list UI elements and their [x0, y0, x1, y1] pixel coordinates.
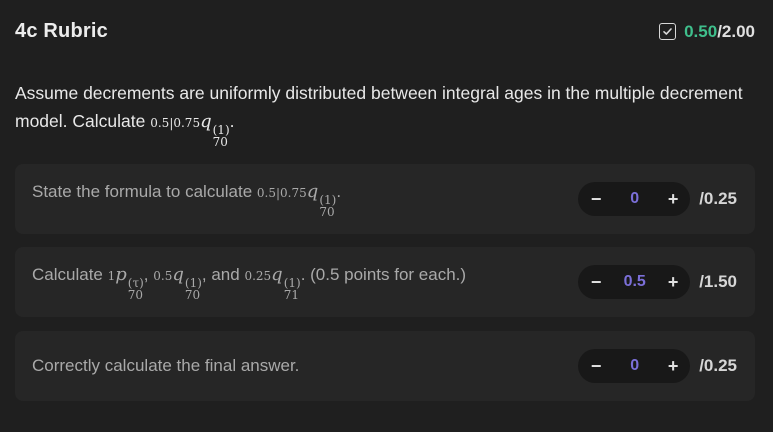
- criterion-card: State the formula to calculate 0.5|0.75q…: [15, 164, 755, 234]
- decrement-button[interactable]: −: [589, 356, 603, 377]
- score-stepper[interactable]: − 0.5 +: [578, 265, 691, 299]
- criterion-text: Calculate 1p (τ) 70, 0.5q (1) 70, and 0.25q(…: [32, 263, 467, 302]
- max-points: /0.25: [699, 189, 737, 208]
- score-total: /2.00: [717, 21, 755, 41]
- score-value: 0.5: [623, 273, 646, 290]
- criterion-text: State the formula to calculate 0.5|0.75q…: [32, 180, 342, 219]
- checkbox-check-icon: [659, 23, 677, 40]
- score-controls: − 0 + /0.25: [578, 349, 737, 383]
- criterion-card: Calculate 1p (τ) 70, 0.5q (1) 70, and 0.25q(…: [15, 247, 755, 317]
- rubric-header: 4c Rubric 0.50/2.00: [15, 20, 755, 43]
- criterion-card: Correctly calculate the final answer. − …: [15, 331, 755, 401]
- math-expression: 0.5q (1) 70: [153, 263, 202, 302]
- math-expression: 0.5|0.75q (1) 70: [150, 111, 230, 149]
- score-value: 0: [630, 357, 640, 374]
- rubric-score: 0.50/2.00: [659, 22, 755, 42]
- math-expression: 0.5|0.75q (1) 70: [256, 180, 337, 219]
- score-stepper[interactable]: − 0 +: [578, 182, 691, 216]
- rubric-title: 4c Rubric: [15, 20, 108, 42]
- score-earned: 0.50: [684, 21, 718, 41]
- math-expression: 0.25q (1) 71: [244, 263, 301, 302]
- criterion-text: Correctly calculate the final answer.: [32, 356, 300, 375]
- score-controls: − 0.5 + /1.50: [578, 265, 737, 299]
- max-points: /1.50: [699, 272, 737, 291]
- decrement-button[interactable]: −: [589, 189, 603, 210]
- score-controls: − 0 + /0.25: [578, 182, 737, 216]
- increment-button[interactable]: +: [666, 356, 680, 377]
- score-stepper[interactable]: − 0 +: [578, 349, 691, 383]
- increment-button[interactable]: +: [666, 272, 680, 293]
- math-expression: 1p (τ) 70: [107, 263, 144, 302]
- decrement-button[interactable]: −: [589, 272, 603, 293]
- increment-button[interactable]: +: [666, 189, 680, 210]
- score-value: 0: [630, 190, 640, 207]
- question-prompt: Assume decrements are uniformly distribu…: [15, 83, 743, 149]
- prompt-text: Assume decrements are uniformly distribu…: [15, 83, 743, 131]
- max-points: /0.25: [699, 356, 737, 375]
